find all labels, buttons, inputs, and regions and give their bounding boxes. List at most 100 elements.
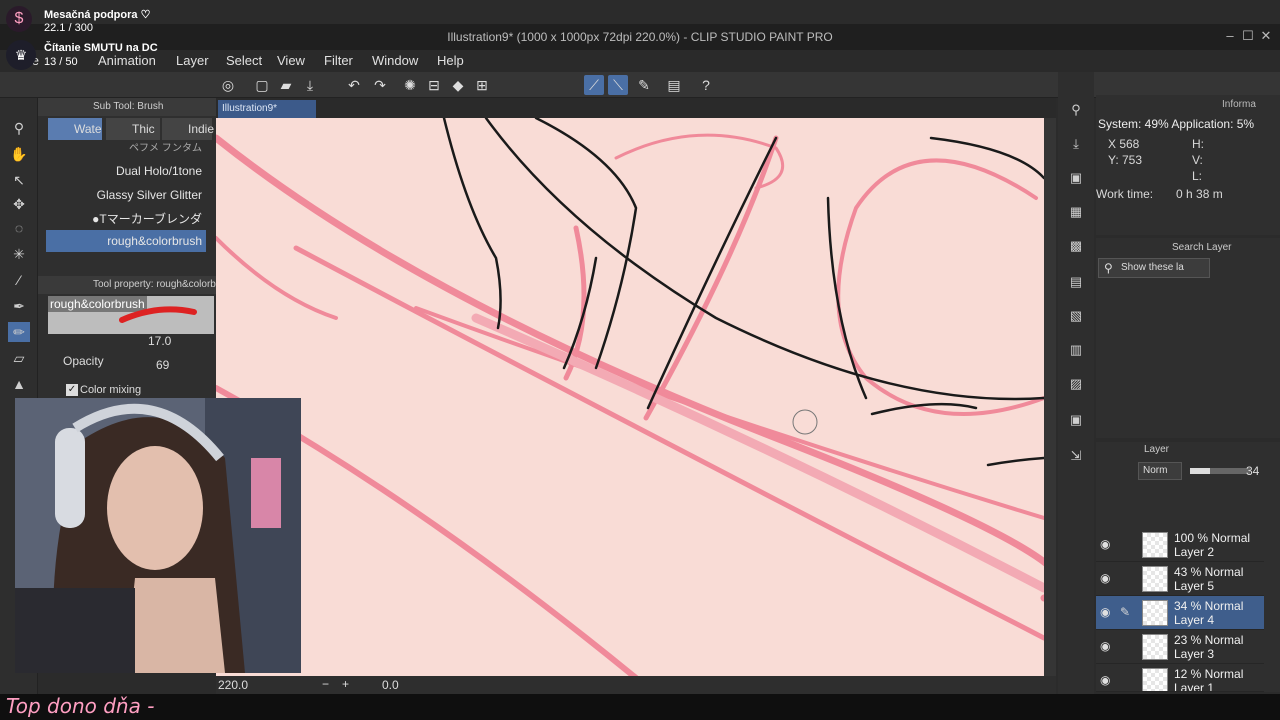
hand-icon[interactable]: ✋ [8,144,30,164]
color-mixing-checkbox[interactable]: ✓ [66,384,78,396]
magic-wand-icon[interactable]: ✳ [8,244,30,264]
help-icon[interactable]: ? [696,75,716,95]
panel-icon[interactable]: ▥ [1066,340,1086,360]
rotation-value[interactable]: 0.0 [382,678,399,692]
work-time-value: 0 h 38 m [1176,187,1223,201]
download-icon[interactable]: ⤓ [1066,134,1086,154]
layer-row-selected[interactable]: ◉ ✎ 34 % Normal Layer 4 [1096,596,1264,630]
eye-icon[interactable]: ◉ [1100,605,1116,619]
stream-bottom-bar [0,694,1280,720]
eyedropper-icon[interactable]: ⁄ [8,270,30,290]
eye-icon[interactable]: ◉ [1100,571,1116,585]
info-l: L: [1192,169,1203,183]
menu-filter[interactable]: Filter [324,53,353,68]
snap-special-ruler-icon[interactable]: ⟍ [608,75,628,95]
document-tab[interactable]: Illustration9* [218,100,316,118]
layer-opacity-value[interactable]: 34 [1246,464,1259,478]
layer-opacity-slider[interactable] [1190,468,1250,474]
layer-panel: Layer Norm 34 ◉ 100 % Normal Layer 2 ◉ 4… [1096,442,1280,692]
pink-stroke [614,133,785,190]
clip-studio-icon[interactable]: ◎ [218,75,238,95]
canvas-vertical-scrollbar[interactable] [1044,118,1056,678]
menu-window[interactable]: Window [372,53,418,68]
minimize-button[interactable]: – [1220,28,1240,44]
close-button[interactable]: ✕ [1256,28,1276,44]
opacity-value[interactable]: 69 [156,358,169,372]
move-layer-icon[interactable]: ✥ [8,194,30,214]
deselect-icon[interactable]: ✺ [400,75,420,95]
menu-animation[interactable]: Animation [98,53,156,68]
eye-icon[interactable]: ◉ [1100,673,1116,687]
brush-item-selected[interactable]: rough&colorbrush [46,230,206,252]
zoom-icon[interactable]: ⚲ [8,118,30,138]
brush-size-value[interactable]: 17.0 [148,334,171,348]
eye-icon[interactable]: ◉ [1100,639,1116,653]
pink-stroke [471,313,1044,593]
open-file-icon[interactable]: ▰ [276,75,296,95]
brush-tool-icon[interactable]: ✏ [8,322,30,342]
drawing-canvas[interactable] [216,118,1044,678]
panel-icon[interactable]: ▤ [1066,272,1086,292]
menu-select[interactable]: Select [226,53,262,68]
search-layer-panel: Search Layer Show these la ⚲ [1096,238,1280,438]
pink-stroke [293,245,1044,641]
brush-item[interactable]: ペフメ フンタム [46,138,206,160]
brush-item[interactable]: ●Tマーカーブレンダ [46,208,206,230]
fill-icon[interactable]: ◆ [448,75,468,95]
eye-icon[interactable]: ◉ [1100,537,1116,551]
new-file-icon[interactable]: ▢ [252,75,272,95]
tab-indie[interactable]: Indie [162,118,214,140]
layer-row[interactable]: ◉ 43 % Normal Layer 5 [1096,562,1264,596]
tab-thick-paint[interactable]: Thic [106,118,160,140]
panel-icon[interactable]: ⇲ [1066,446,1086,466]
panel-icon[interactable]: ▣ [1066,168,1086,188]
pen-icon[interactable]: ✎ [634,75,654,95]
redo-icon[interactable]: ↷ [370,75,390,95]
sub-tool-header: Sub Tool: Brush [38,98,216,116]
navigator-icon[interactable]: ⚲ [1066,100,1086,120]
menu-bar: File Animation Layer Select View Filter … [0,50,1280,72]
zoom-value[interactable]: 220.0 [218,678,248,692]
blend-icon[interactable]: ▲ [8,374,30,394]
layer-thumbnail [1142,566,1168,592]
operation-icon[interactable]: ↖ [8,170,30,190]
zoom-in-button[interactable]: + [342,677,349,691]
support-goal-label: Mesačná podpora ♡ [44,9,151,21]
tab-watercolor[interactable]: Wate [48,118,102,140]
system-usage: System: 49% Application: 5% [1098,117,1255,131]
eraser-icon[interactable]: ▱ [8,348,30,368]
panel-icon[interactable]: ▣ [1066,410,1086,430]
blend-mode-select[interactable]: Norm [1138,462,1182,480]
crown-icon: ♛ [6,40,36,70]
layer-row[interactable]: ◉ 100 % Normal Layer 2 [1096,528,1264,562]
menu-layer[interactable]: Layer [176,53,209,68]
pen-tool-icon[interactable]: ✒ [8,296,30,316]
menu-help[interactable]: Help [437,53,464,68]
layer-thumbnail [1142,532,1168,558]
panel-icon[interactable]: ▧ [1066,306,1086,326]
work-time-label: Work time: [1096,187,1154,201]
menu-view[interactable]: View [277,53,305,68]
save-icon[interactable]: ⤓ [300,75,320,95]
undo-icon[interactable]: ↶ [344,75,364,95]
zoom-out-button[interactable]: − [322,677,329,691]
clear-icon[interactable]: ⊟ [424,75,444,95]
layer-row[interactable]: ◉ 12 % Normal Layer 1 [1096,664,1264,692]
pink-stroke [216,236,338,320]
layer-name: Layer 2 [1174,545,1215,559]
maximize-button[interactable]: ☐ [1238,28,1258,44]
transform-icon[interactable]: ⊞ [472,75,492,95]
opacity-label: Opacity [63,354,104,368]
layer-mode: 34 % Normal [1174,599,1244,613]
panel-icon[interactable]: ▦ [1066,202,1086,222]
search-filter-dropdown[interactable]: Show these la [1098,258,1210,278]
ruler-icon[interactable]: ▤ [664,75,684,95]
brush-item[interactable]: Dual Holo/1tone [46,160,206,182]
layer-row[interactable]: ◉ 23 % Normal Layer 3 [1096,630,1264,664]
panel-icon[interactable]: ▩ [1066,236,1086,256]
brush-item[interactable]: Glassy Silver Glitter [46,184,206,206]
lasso-icon[interactable]: ◌ [8,218,30,238]
snap-ruler-icon[interactable]: ⟋ [584,75,604,95]
info-title: Informa [1222,99,1256,110]
panel-icon[interactable]: ▨ [1066,374,1086,394]
